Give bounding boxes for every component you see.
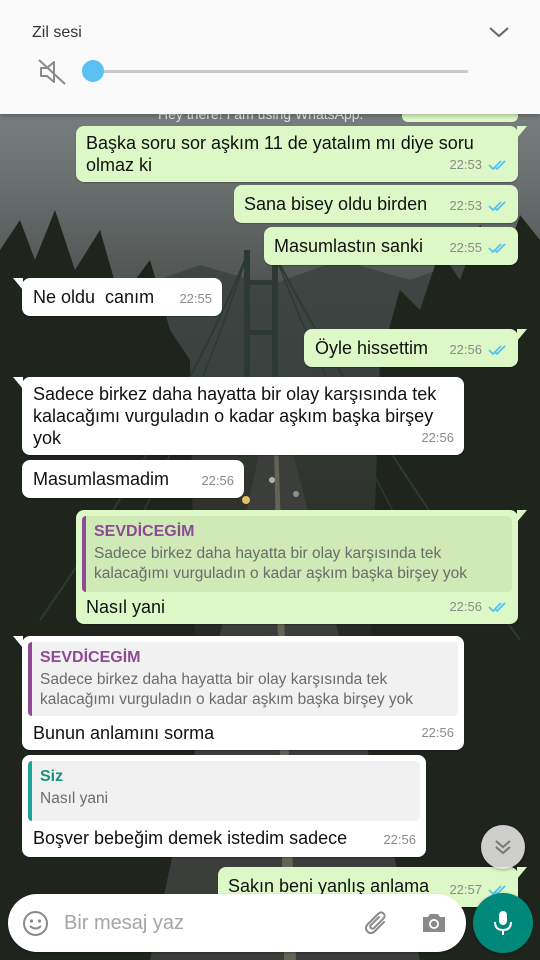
quoted-message[interactable]: Siz Nasıl yani	[28, 761, 420, 821]
message-text: Boşver bebeğim demek istedim sadece	[33, 828, 348, 848]
volume-title: Zil sesi	[32, 24, 82, 41]
double-check-icon	[488, 602, 506, 613]
message-time: 22:55	[179, 291, 212, 306]
camera-icon[interactable]	[420, 909, 448, 937]
message-time: 22:56	[421, 430, 454, 445]
quoted-author: SEVDİCEGİM	[94, 523, 195, 540]
chevron-down-icon[interactable]	[488, 24, 510, 40]
message-bubble-outgoing[interactable]: Masumlastın sanki 22:55	[264, 227, 518, 265]
message-bubble-outgoing[interactable]: Sana bisey oldu birden 22:53	[234, 185, 518, 223]
message-text: Öyle hissettim	[315, 338, 429, 358]
message-time: 22:53	[449, 198, 482, 213]
double-check-icon	[488, 345, 506, 356]
quoted-message[interactable]: SEVDİCEGİM Sadece birkez daha hayatta bi…	[28, 642, 458, 716]
message-input[interactable]	[64, 908, 354, 938]
mic-button[interactable]	[473, 893, 533, 953]
message-text: Masumlastın sanki	[274, 236, 424, 256]
double-check-icon	[488, 243, 506, 254]
message-input-bar	[8, 894, 466, 952]
message-time: 22:56	[449, 599, 482, 614]
message-bubble-incoming[interactable]: SEVDİCEGİM Sadece birkez daha hayatta bi…	[13, 636, 464, 750]
message-text: Nasıl yani	[86, 597, 166, 617]
message-text: Sana bisey oldu birden	[244, 194, 428, 214]
mic-icon	[494, 911, 512, 935]
mute-icon[interactable]	[36, 56, 68, 88]
message-bubble-outgoing[interactable]: Öyle hissettim 22:56	[304, 329, 527, 367]
message-time: 22:57	[449, 882, 482, 897]
scroll-down-button[interactable]	[481, 825, 525, 869]
message-text: Ne oldu canım	[33, 287, 155, 307]
message-bubble-incoming[interactable]: Ne oldu canım 22:55	[13, 278, 222, 316]
message-bubble-incoming[interactable]: Masumlasmadim 22:56	[22, 460, 244, 498]
quoted-text: Nasıl yani	[40, 790, 109, 807]
double-check-icon	[488, 201, 506, 212]
message-text: Sadece birkez daha hayatta bir olay karş…	[33, 384, 437, 448]
message-time: 22:56	[449, 342, 482, 357]
quoted-author: SEVDİCEGİM	[40, 649, 141, 666]
message-time: 22:56	[421, 725, 454, 740]
attach-icon[interactable]	[362, 908, 392, 938]
quoted-message[interactable]: SEVDİCEGİM Sadece birkez daha hayatta bi…	[82, 516, 512, 592]
message-time: 22:56	[383, 832, 416, 847]
emoji-icon[interactable]	[22, 910, 49, 937]
volume-panel: Zil sesi	[0, 0, 540, 114]
quoted-text: Sadece birkez daha hayatta bir olay karş…	[40, 671, 414, 708]
quoted-text: Sadece birkez daha hayatta bir olay karş…	[94, 545, 468, 582]
message-bubble-incoming[interactable]: Sadece birkez daha hayatta bir olay karş…	[13, 377, 464, 455]
volume-slider-thumb[interactable]	[82, 60, 104, 82]
message-bubble-outgoing[interactable]: SEVDİCEGİM Sadece birkez daha hayatta bi…	[76, 510, 527, 624]
volume-slider-track[interactable]	[92, 70, 468, 73]
message-text: Bunun anlamını sorma	[33, 723, 215, 743]
message-time: 22:55	[449, 240, 482, 255]
quoted-author: Siz	[40, 768, 64, 785]
double-check-icon	[488, 160, 506, 171]
message-time: 22:53	[449, 157, 482, 172]
message-bubble-outgoing[interactable]: Başka soru sor aşkım 11 de yatalım mı di…	[76, 126, 527, 182]
message-text: Masumlasmadim	[33, 469, 170, 489]
message-text: Başka soru sor aşkım 11 de yatalım mı di…	[86, 133, 474, 175]
message-time: 22:56	[201, 473, 234, 488]
scroll-down-icon	[495, 840, 511, 855]
message-bubble-incoming[interactable]: Siz Nasıl yani Boşver bebeğim demek iste…	[22, 755, 426, 857]
